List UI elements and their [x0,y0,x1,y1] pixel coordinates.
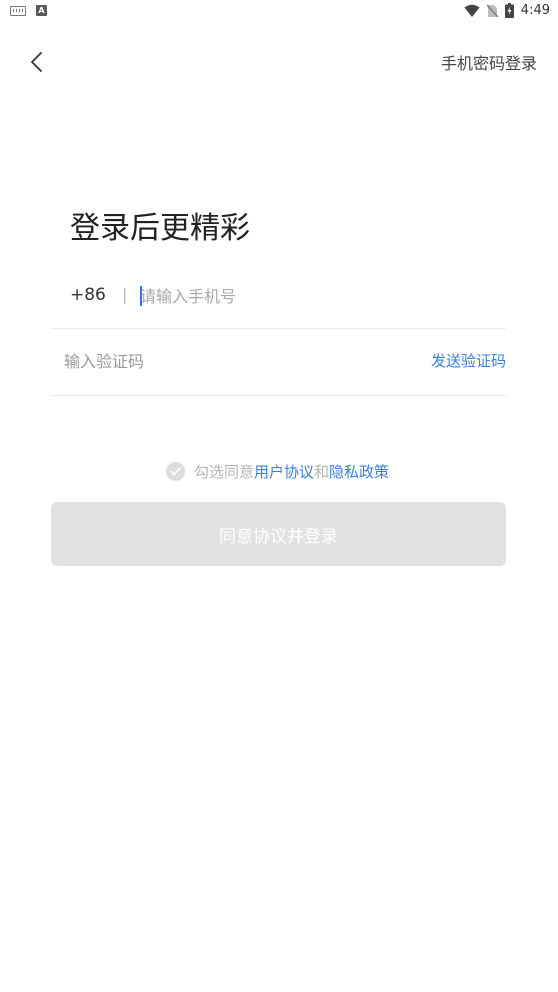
password-login-link[interactable]: 手机密码登录 [441,50,537,74]
user-agreement-link[interactable]: 用户协议 [254,461,314,482]
agreement-checkbox[interactable] [166,462,185,481]
field-divider: | [122,285,128,304]
send-code-button[interactable]: 发送验证码 [431,350,506,371]
back-button[interactable] [22,46,52,78]
page-title: 登录后更精彩 [70,211,250,246]
wifi-icon [464,4,480,17]
status-bar: A 4:49 [0,0,558,24]
agreement-row: 勾选同意 用户协议 和 隐私政策 [166,461,389,482]
status-left-icons: A [10,5,47,16]
no-sim-icon [486,4,498,17]
chevron-left-icon [31,52,42,72]
battery-charging-icon [504,3,514,18]
status-right-icons: 4:49 [464,3,550,18]
text-caret [140,286,142,306]
privacy-policy-link[interactable]: 隐私政策 [329,461,389,482]
phone-input[interactable] [140,282,490,310]
agreement-prefix: 勾选同意 [194,463,255,481]
a-app-icon: A [36,5,47,16]
keyboard-icon [10,5,26,16]
agreement-and: 和 [314,463,330,481]
country-code-selector[interactable]: +86 [70,285,106,305]
login-screen: A 4:49 手机密码登录 登录后更精彩 +86 | 请输入手机号 输入验证码 … [0,0,558,992]
code-row: 发送验证码 [51,329,506,396]
verification-code-input[interactable] [64,347,364,375]
status-time: 4:49 [520,3,550,18]
agree-and-login-button[interactable]: 同意协议并登录 [51,502,506,566]
check-icon [170,467,181,476]
phone-row: +86 | [51,268,506,329]
